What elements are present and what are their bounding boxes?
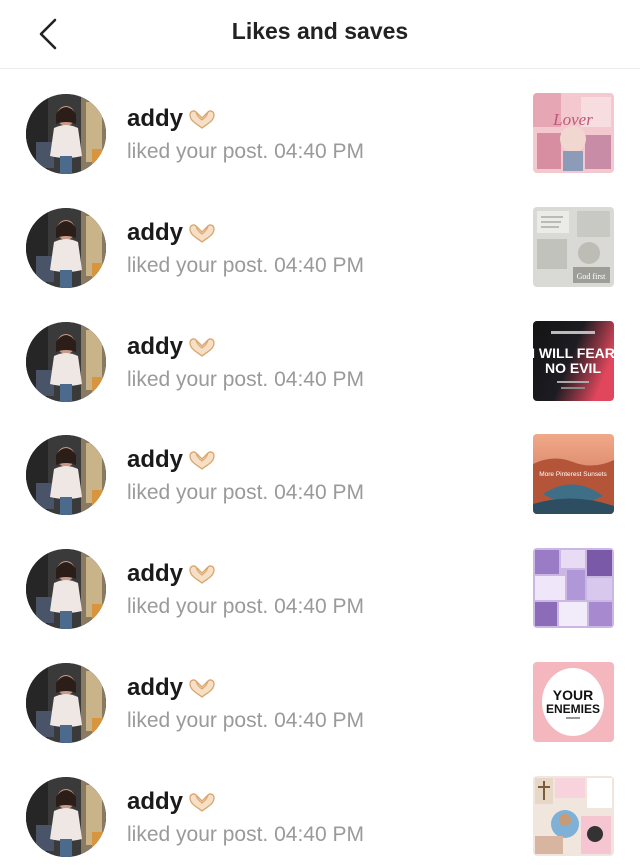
timestamp: 04:40 PM xyxy=(274,481,364,505)
thumb-text-1: YOUR xyxy=(553,687,593,703)
post-thumbnail[interactable]: God first xyxy=(533,206,614,287)
notification-text: liked your post. 04:40 PM xyxy=(127,254,364,278)
thumb-text: More Pinterest Sunsets xyxy=(539,471,607,478)
notification-item[interactable]: addy liked your post. 04:40 PM xyxy=(0,752,640,866)
timestamp: 04:40 PM xyxy=(274,822,364,846)
post-thumbnail[interactable]: YOUR ENEMIES xyxy=(533,661,614,742)
user-name[interactable]: addy xyxy=(127,674,217,702)
user-name-text: addy xyxy=(127,218,184,246)
action-text: liked your post. xyxy=(127,140,269,163)
heart-hands-emoji-icon xyxy=(189,224,215,243)
notification-text: liked your post. 04:40 PM xyxy=(127,481,364,505)
heart-hands-emoji-icon xyxy=(189,451,215,471)
heart-hands-emoji-icon xyxy=(189,110,215,129)
avatar[interactable] xyxy=(26,549,106,630)
notification-item[interactable]: addy liked your post. 04:40 PM YOUR ENEM… xyxy=(0,638,640,752)
thumb-text-2: NO EVIL xyxy=(545,360,601,376)
notification-item[interactable]: addy liked your post. 04:40 PM More Pint… xyxy=(0,410,640,524)
post-thumbnail[interactable] xyxy=(533,548,614,629)
heart-hands-emoji-icon xyxy=(189,565,215,585)
timestamp: 04:40 PM xyxy=(274,708,364,732)
post-thumbnail[interactable]: Lover xyxy=(533,93,614,173)
notification-item[interactable]: addy liked your post. 04:40 PM xyxy=(0,524,640,638)
user-name-text: addy xyxy=(127,787,184,815)
action-text: liked your post. xyxy=(127,822,269,846)
notification-list: addy liked your post. 04:40 PM Lover add… xyxy=(0,69,640,866)
action-text: liked your post. xyxy=(127,595,269,619)
heart-hands-emoji-icon xyxy=(189,793,215,812)
notification-text: liked your post. 04:40 PM xyxy=(127,595,364,619)
user-name-text: addy xyxy=(127,105,184,132)
user-name[interactable]: addy xyxy=(127,105,217,133)
avatar[interactable] xyxy=(26,207,106,288)
thumb-text: God first xyxy=(577,272,606,281)
post-thumbnail[interactable]: I WILL FEAR NO EVIL xyxy=(533,320,614,401)
avatar[interactable] xyxy=(26,321,106,402)
user-name[interactable]: addy xyxy=(127,446,217,474)
thumb-text-1: I WILL FEAR xyxy=(533,345,614,361)
avatar[interactable] xyxy=(26,776,106,857)
user-name[interactable]: addy xyxy=(127,560,217,588)
notification-item[interactable]: addy liked your post. 04:40 PM God first xyxy=(0,183,640,297)
avatar[interactable] xyxy=(26,94,106,174)
timestamp: 04:40 PM xyxy=(274,367,364,391)
action-text: liked your post. xyxy=(127,481,269,505)
user-name[interactable]: addy xyxy=(127,219,217,247)
action-text: liked your post. xyxy=(127,367,269,391)
notification-text: liked your post. 04:40 PM xyxy=(127,709,364,733)
avatar[interactable] xyxy=(26,435,106,516)
user-name-text: addy xyxy=(127,446,184,474)
page-title: Likes and saves xyxy=(231,18,409,44)
action-text: liked your post. xyxy=(127,253,269,277)
thumb-text-2: ENEMIES xyxy=(546,702,600,716)
timestamp: 04:40 PM xyxy=(274,253,364,277)
user-name-text: addy xyxy=(127,673,184,701)
timestamp: 04:40 PM xyxy=(274,595,364,619)
top-bar: Likes and saves xyxy=(0,0,640,69)
notification-item[interactable]: addy liked your post. 04:40 PM I WILL FE… xyxy=(0,297,640,411)
post-thumbnail[interactable] xyxy=(533,775,614,856)
timestamp: 04:40 PM xyxy=(274,140,364,163)
notification-text: liked your post. 04:40 PM xyxy=(127,823,364,847)
notification-item[interactable]: addy liked your post. 04:40 PM Lover xyxy=(0,69,640,183)
post-thumbnail[interactable]: More Pinterest Sunsets xyxy=(533,434,614,515)
user-name[interactable]: addy xyxy=(127,788,217,816)
action-text: liked your post. xyxy=(127,708,269,732)
notification-text: liked your post. 04:40 PM xyxy=(127,140,364,164)
heart-hands-emoji-icon xyxy=(189,679,215,698)
notification-text: liked your post. 04:40 PM xyxy=(127,368,364,392)
thumb-text: Lover xyxy=(552,110,593,129)
user-name-text: addy xyxy=(127,332,184,360)
heart-hands-emoji-icon xyxy=(189,337,215,357)
avatar[interactable] xyxy=(26,662,106,743)
user-name[interactable]: addy xyxy=(127,333,217,361)
user-name-text: addy xyxy=(127,560,184,588)
